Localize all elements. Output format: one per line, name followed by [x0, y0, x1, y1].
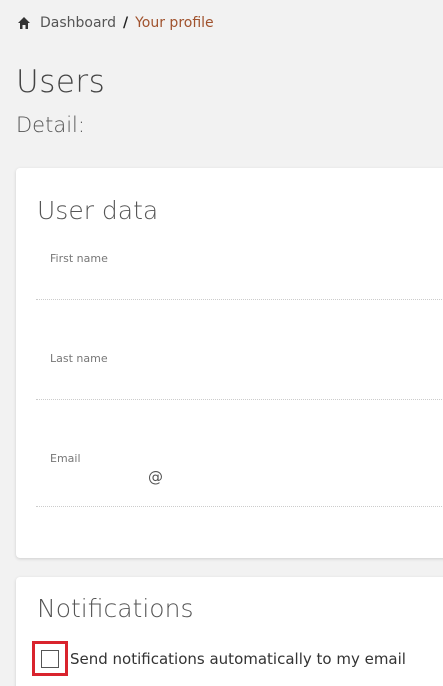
page-subtitle: Detail:: [16, 113, 85, 137]
last-name-field[interactable]: Last name: [36, 352, 443, 400]
email-field[interactable]: Email @: [36, 452, 443, 507]
checkbox-highlight: [32, 641, 68, 676]
profile-page: Dashboard / Your profile Users Detail: U…: [0, 0, 443, 686]
breadcrumb-dashboard-link[interactable]: Dashboard: [40, 14, 116, 32]
first-name-field[interactable]: First name: [36, 252, 443, 300]
page-title: Users: [16, 64, 106, 100]
send-email-checkbox[interactable]: [41, 649, 59, 668]
breadcrumb-current[interactable]: Your profile: [135, 14, 214, 32]
user-data-card: User data First name Last name Email @: [16, 168, 443, 558]
breadcrumb: Dashboard / Your profile: [17, 14, 214, 32]
notifications-card: Notifications Send notifications automat…: [16, 577, 443, 686]
email-value[interactable]: @: [148, 468, 163, 486]
send-email-option[interactable]: Send notifications automatically to my e…: [32, 641, 406, 676]
user-data-title: User data: [37, 196, 159, 225]
first-name-label: First name: [50, 252, 108, 265]
notifications-title: Notifications: [37, 594, 194, 623]
home-icon[interactable]: [17, 16, 31, 30]
breadcrumb-separator: /: [122, 15, 129, 31]
email-label: Email: [50, 452, 81, 465]
send-email-label[interactable]: Send notifications automatically to my e…: [70, 650, 406, 668]
last-name-label: Last name: [50, 352, 108, 365]
